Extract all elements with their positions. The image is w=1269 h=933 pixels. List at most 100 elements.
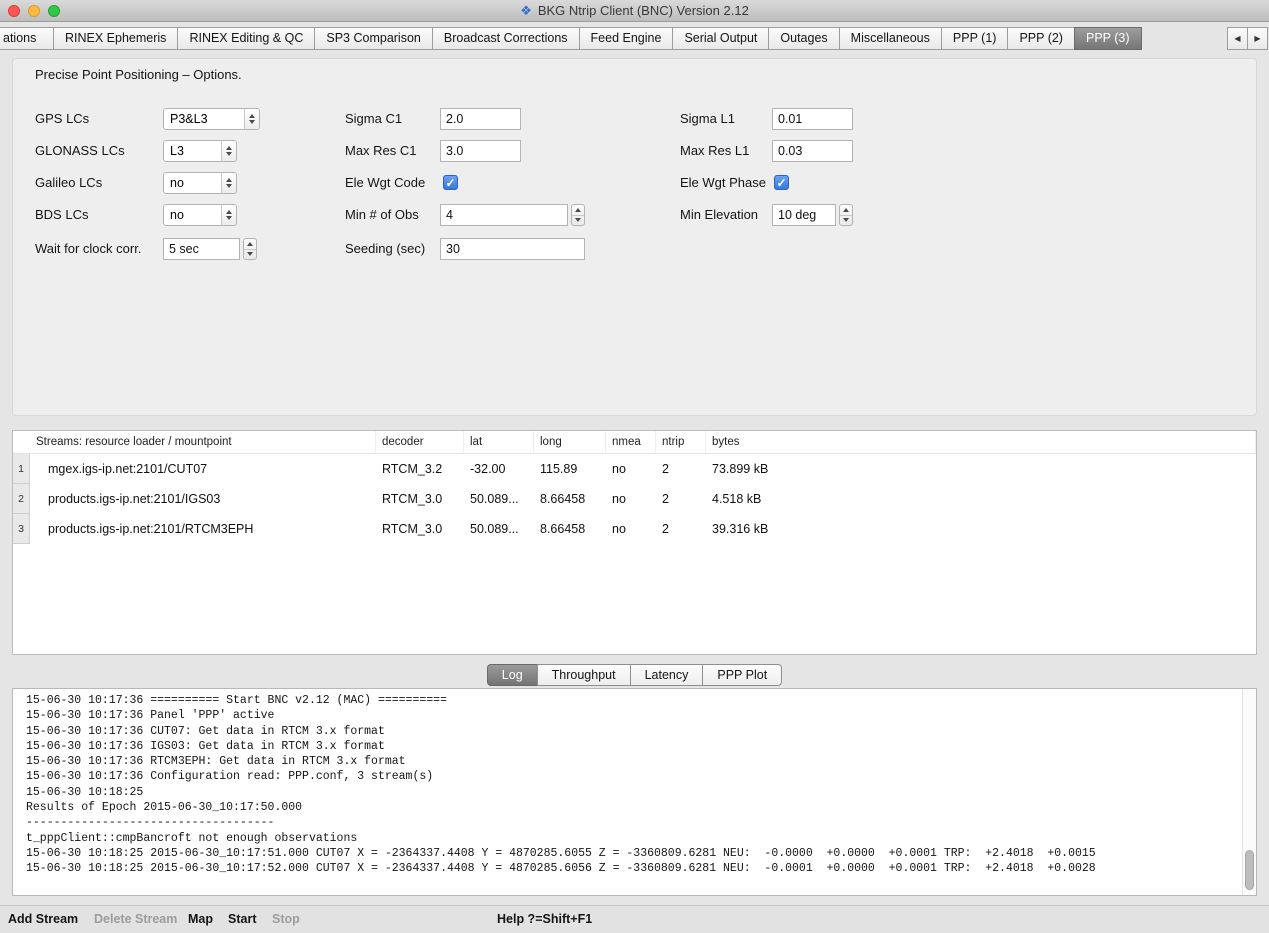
tab-sp3-comparison[interactable]: SP3 Comparison	[314, 27, 433, 50]
galileo-lcs-label: Galileo LCs	[35, 172, 102, 194]
cell-mountpoint: mgex.igs-ip.net:2101/CUT07	[30, 454, 376, 484]
tab-ppp-3[interactable]: PPP (3)	[1074, 27, 1142, 50]
sigma-c1-input[interactable]	[440, 108, 521, 130]
tab-rinex-ephemeris[interactable]: RINEX Ephemeris	[53, 27, 178, 50]
seeding-input[interactable]	[440, 238, 585, 260]
table-row[interactable]: 3 products.igs-ip.net:2101/RTCM3EPH RTCM…	[13, 514, 1256, 544]
combo-arrows-icon	[221, 205, 236, 225]
map-button[interactable]: Map	[188, 906, 213, 933]
tab-ppp-2[interactable]: PPP (2)	[1007, 27, 1075, 50]
log-tab-bar: Log Throughput Latency PPP Plot	[0, 664, 1269, 686]
tab-outages[interactable]: Outages	[768, 27, 839, 50]
row-number: 1	[13, 454, 30, 484]
wait-clock-label: Wait for clock corr.	[35, 238, 141, 260]
panel-title: Precise Point Positioning – Options.	[35, 67, 242, 82]
header-mountpoint[interactable]: Streams: resource loader / mountpoint	[13, 431, 376, 453]
cell-mountpoint: products.igs-ip.net:2101/RTCM3EPH	[30, 514, 376, 544]
tab-ppp-plot[interactable]: PPP Plot	[702, 664, 782, 686]
cell-decoder: RTCM_3.2	[376, 454, 464, 484]
zoom-button[interactable]	[48, 5, 60, 17]
cell-bytes: 4.518 kB	[706, 484, 1256, 514]
log-panel: 15-06-30 10:17:36 ========== Start BNC v…	[12, 688, 1257, 896]
stepper-down-icon[interactable]	[244, 249, 256, 260]
header-lat[interactable]: lat	[464, 431, 534, 453]
tab-miscellaneous[interactable]: Miscellaneous	[839, 27, 942, 50]
tab-latency[interactable]: Latency	[630, 664, 704, 686]
ele-wgt-phase-label: Ele Wgt Phase	[680, 172, 766, 194]
combo-arrows-icon	[244, 109, 259, 129]
tab-rinex-editing-qc[interactable]: RINEX Editing & QC	[177, 27, 315, 50]
header-ntrip[interactable]: ntrip	[656, 431, 706, 453]
max-res-c1-label: Max Res C1	[345, 140, 417, 162]
cell-nmea: no	[606, 484, 656, 514]
start-button[interactable]: Start	[228, 906, 256, 933]
tab-broadcast-corrections[interactable]: Broadcast Corrections	[432, 27, 580, 50]
min-obs-label: Min # of Obs	[345, 204, 419, 226]
stepper-down-icon[interactable]	[572, 215, 584, 226]
window-title-text: BKG Ntrip Client (BNC) Version 2.12	[538, 3, 749, 18]
cell-bytes: 73.899 kB	[706, 454, 1256, 484]
log-scrollbar[interactable]	[1242, 689, 1256, 895]
bds-lcs-label: BDS LCs	[35, 204, 88, 226]
seeding-label: Seeding (sec)	[345, 238, 425, 260]
app-icon: ❖	[520, 3, 532, 18]
galileo-lcs-value: no	[164, 173, 221, 193]
cell-lat: -32.00	[464, 454, 534, 484]
cell-ntrip: 2	[656, 484, 706, 514]
gps-lcs-select[interactable]: P3&L3	[163, 108, 260, 130]
header-bytes[interactable]: bytes	[706, 431, 1256, 453]
wait-clock-stepper[interactable]	[243, 238, 257, 260]
delete-stream-button[interactable]: Delete Stream	[94, 906, 177, 933]
tab-feed-engine[interactable]: Feed Engine	[579, 27, 674, 50]
sigma-l1-input[interactable]	[772, 108, 853, 130]
max-res-c1-input[interactable]	[440, 140, 521, 162]
min-elevation-stepper[interactable]	[839, 204, 853, 226]
streams-header-row: Streams: resource loader / mountpoint de…	[13, 431, 1256, 454]
wait-clock-input[interactable]	[163, 238, 240, 260]
log-scrollbar-thumb[interactable]	[1245, 850, 1254, 890]
bds-lcs-select[interactable]: no	[163, 204, 237, 226]
ele-wgt-code-checkbox[interactable]: ✓	[443, 175, 458, 190]
glonass-lcs-select[interactable]: L3	[163, 140, 237, 162]
combo-arrows-icon	[221, 141, 236, 161]
header-decoder[interactable]: decoder	[376, 431, 464, 453]
galileo-lcs-select[interactable]: no	[163, 172, 237, 194]
glonass-lcs-value: L3	[164, 141, 221, 161]
tab-scroll-right-icon[interactable]: ▶	[1247, 27, 1268, 50]
cell-mountpoint: products.igs-ip.net:2101/IGS03	[30, 484, 376, 514]
cell-ntrip: 2	[656, 514, 706, 544]
add-stream-button[interactable]: Add Stream	[8, 906, 78, 933]
minimize-button[interactable]	[28, 5, 40, 17]
cell-decoder: RTCM_3.0	[376, 514, 464, 544]
table-row[interactable]: 2 products.igs-ip.net:2101/IGS03 RTCM_3.…	[13, 484, 1256, 514]
tab-serial-output[interactable]: Serial Output	[672, 27, 769, 50]
stop-button[interactable]: Stop	[272, 906, 300, 933]
ele-wgt-phase-checkbox[interactable]: ✓	[774, 175, 789, 190]
combo-arrows-icon	[221, 173, 236, 193]
stepper-up-icon[interactable]	[244, 239, 256, 249]
gps-lcs-value: P3&L3	[164, 109, 244, 129]
cell-nmea: no	[606, 514, 656, 544]
min-obs-input[interactable]	[440, 204, 568, 226]
tab-observations[interactable]: ations	[0, 27, 54, 50]
header-nmea[interactable]: nmea	[606, 431, 656, 453]
tab-scroll-left-icon[interactable]: ◀	[1227, 27, 1248, 50]
stepper-up-icon[interactable]	[840, 205, 852, 215]
ele-wgt-code-label: Ele Wgt Code	[345, 172, 425, 194]
stepper-up-icon[interactable]	[572, 205, 584, 215]
close-button[interactable]	[8, 5, 20, 17]
min-elevation-input[interactable]	[772, 204, 836, 226]
header-long[interactable]: long	[534, 431, 606, 453]
traffic-lights	[8, 5, 60, 17]
max-res-l1-input[interactable]	[772, 140, 853, 162]
cell-decoder: RTCM_3.0	[376, 484, 464, 514]
tab-log[interactable]: Log	[487, 664, 538, 686]
tab-ppp-1[interactable]: PPP (1)	[941, 27, 1009, 50]
cell-ntrip: 2	[656, 454, 706, 484]
min-elevation-label: Min Elevation	[680, 204, 758, 226]
stepper-down-icon[interactable]	[840, 215, 852, 226]
tab-throughput[interactable]: Throughput	[537, 664, 631, 686]
min-obs-stepper[interactable]	[571, 204, 585, 226]
table-row[interactable]: 1 mgex.igs-ip.net:2101/CUT07 RTCM_3.2 -3…	[13, 454, 1256, 484]
cell-long: 115.89	[534, 454, 606, 484]
